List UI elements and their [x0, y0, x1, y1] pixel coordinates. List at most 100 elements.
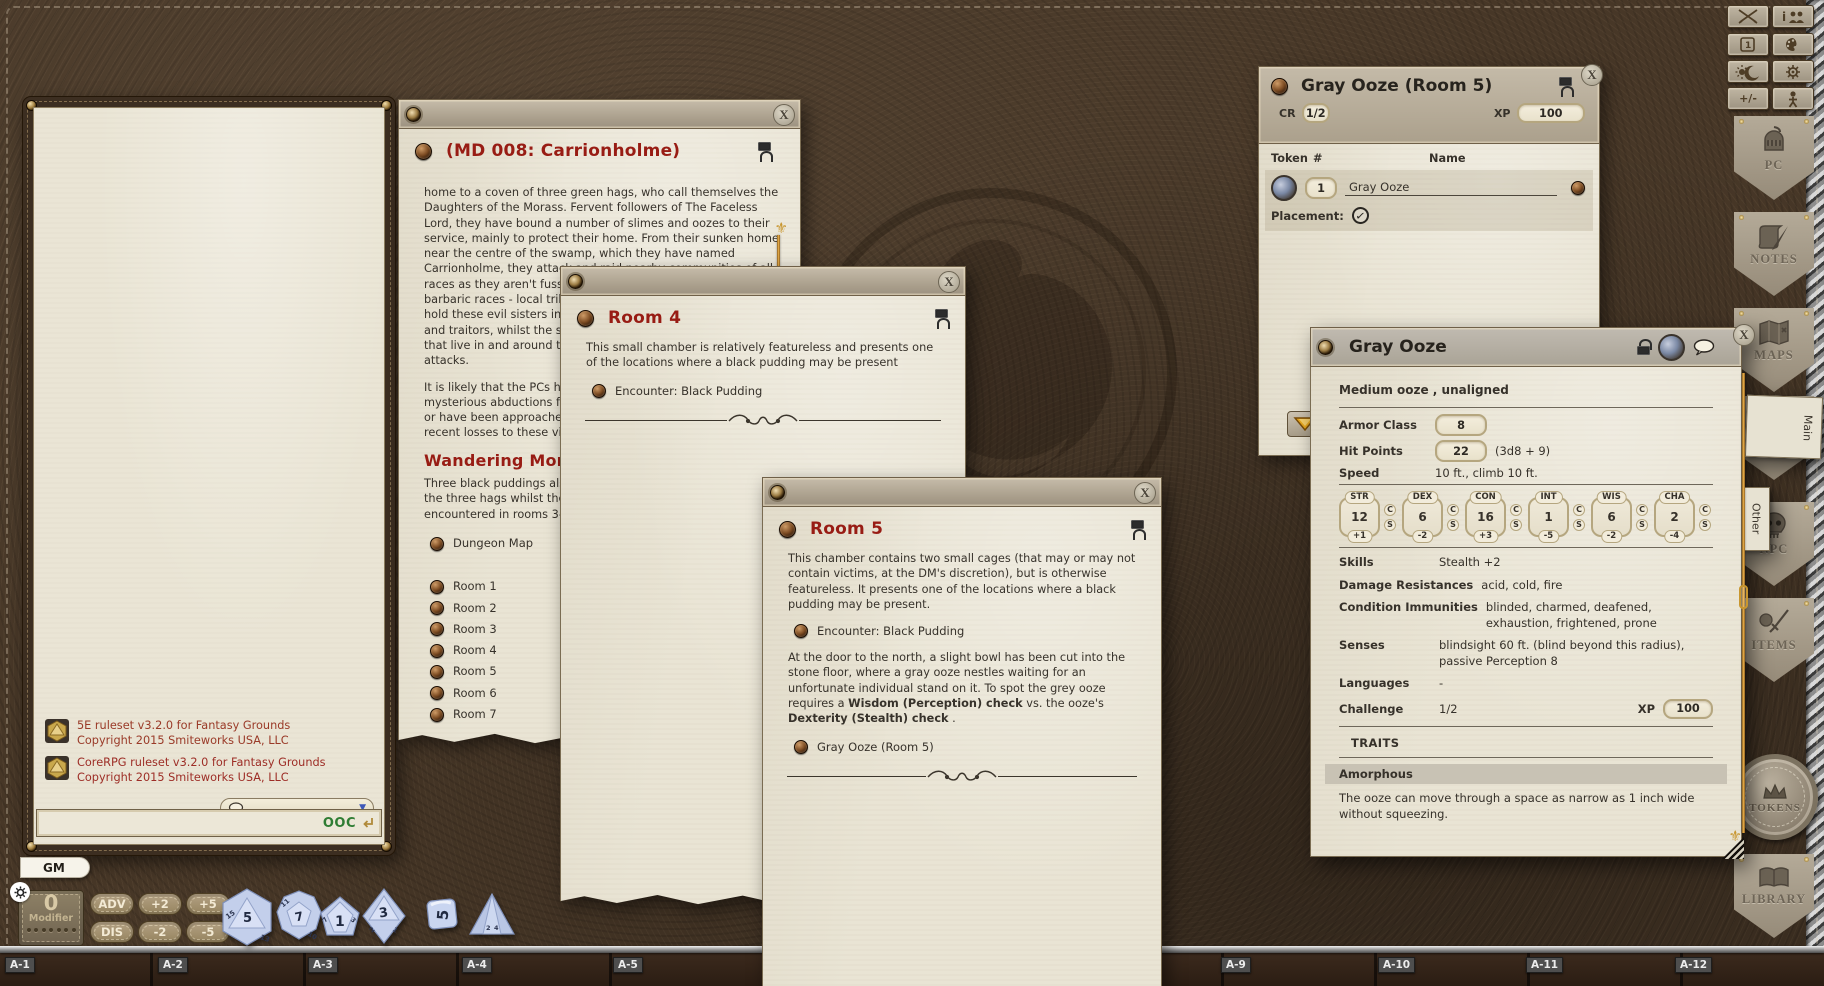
shelf-coordinate: A-5: [613, 957, 643, 973]
trait-name[interactable]: Amorphous: [1325, 764, 1727, 784]
lighting-button[interactable]: [1727, 60, 1769, 83]
encounter-link[interactable]: Encounter: Black Pudding: [592, 384, 965, 398]
window-titlebar[interactable]: X: [762, 477, 1162, 507]
sidebar-item-notes[interactable]: NOTES: [1734, 212, 1814, 296]
die-d4[interactable]: 2 4: [468, 892, 516, 938]
modifiers-button[interactable]: +/-: [1727, 87, 1769, 110]
check-roll-button[interactable]: C: [1510, 504, 1522, 516]
check-roll-button[interactable]: C: [1573, 504, 1585, 516]
npc-sheet-window[interactable]: Gray Ooze X Main Other Medium ooze , una…: [1310, 327, 1742, 857]
link-stud-icon: [794, 624, 808, 638]
save-roll-button[interactable]: S: [1447, 519, 1459, 531]
chat-log: 5E ruleset v3.2.0 for Fantasy Grounds Co…: [33, 107, 385, 845]
dis-button[interactable]: DIS: [90, 921, 134, 943]
sidebar-item-library[interactable]: LIBRARY: [1734, 854, 1814, 938]
gm-identity-tab[interactable]: GM: [20, 857, 90, 878]
effects-button[interactable]: [1727, 5, 1769, 28]
plus2-button[interactable]: +2: [138, 893, 182, 915]
die-d12[interactable]: 7 11 10: [276, 890, 322, 942]
page-title: Room 5: [810, 519, 883, 539]
character-button[interactable]: [1772, 87, 1814, 110]
check-roll-button[interactable]: C: [1699, 504, 1711, 516]
scrollbar-handle[interactable]: [1739, 585, 1748, 609]
check-roll-button[interactable]: C: [1384, 504, 1396, 516]
check-roll-button[interactable]: C: [1447, 504, 1459, 516]
languages-label: Languages: [1339, 676, 1431, 692]
count-field[interactable]: 1: [1305, 177, 1337, 199]
sidebar-item-maps[interactable]: MAPS: [1734, 308, 1814, 392]
close-icon[interactable]: X: [1733, 324, 1755, 346]
hp-formula: (3d8 + 9): [1495, 444, 1550, 458]
tab-other[interactable]: Other: [1742, 487, 1770, 551]
close-icon[interactable]: X: [938, 271, 960, 293]
tab-main[interactable]: Main: [1745, 395, 1823, 460]
sidebar-item-pc[interactable]: PC: [1734, 116, 1814, 200]
check-roll-button[interactable]: C: [1636, 504, 1648, 516]
npc-link-stud-icon[interactable]: [1571, 181, 1585, 195]
link-stud-icon: [430, 708, 444, 722]
close-icon[interactable]: X: [1581, 64, 1603, 86]
story-window-room5[interactable]: X Room 5 This chamber contains two small…: [762, 477, 1162, 986]
window-titlebar[interactable]: X: [560, 266, 966, 296]
ability-dex[interactable]: DEX6-2: [1402, 497, 1443, 537]
die-d8[interactable]: 3 2 1: [362, 888, 406, 944]
die-d20[interactable]: 5 15 13: [220, 888, 274, 946]
xp-field[interactable]: 100: [1517, 103, 1586, 123]
ability-con[interactable]: CON16+3: [1465, 497, 1506, 537]
cr-field[interactable]: 1/2: [1302, 103, 1330, 123]
window-stud-icon[interactable]: [779, 521, 796, 538]
window-stud-icon[interactable]: [415, 143, 432, 160]
window-titlebar[interactable]: X: [398, 99, 801, 129]
encounter-link[interactable]: Encounter: Black Pudding: [794, 624, 1161, 638]
hp-field[interactable]: 22: [1435, 440, 1487, 462]
options-button[interactable]: [1772, 60, 1814, 83]
window-stud-icon[interactable]: [577, 310, 594, 327]
chat-input[interactable]: OOC: [36, 809, 382, 837]
shelf-coordinate: A-1: [5, 957, 35, 973]
drawing-button[interactable]: [1772, 33, 1814, 56]
ability-int[interactable]: INT1-5: [1528, 497, 1569, 537]
gray-ooze-encounter-link[interactable]: Gray Ooze (Room 5): [794, 740, 1161, 754]
token-ooze-icon[interactable]: [1658, 334, 1685, 361]
die-d10[interactable]: 1 7 3: [320, 896, 360, 942]
ac-field[interactable]: 8: [1435, 414, 1487, 436]
window-stud-icon[interactable]: [1271, 78, 1288, 95]
modifier-box[interactable]: 0 Modifier: [18, 890, 84, 946]
die-d6[interactable]: 5: [425, 897, 459, 933]
save-roll-button[interactable]: S: [1636, 519, 1648, 531]
room-description-2: At the door to the north, a slight bowl …: [763, 638, 1161, 726]
save-roll-button[interactable]: S: [1510, 519, 1522, 531]
sidebar-item-label: NOTES: [1750, 252, 1797, 267]
window-titlebar[interactable]: Gray Ooze X: [1310, 327, 1742, 367]
ability-cha[interactable]: CHA2-4: [1654, 497, 1695, 537]
npc-name-field[interactable]: Gray Ooze: [1345, 180, 1557, 196]
gear-icon: [14, 886, 27, 899]
close-icon[interactable]: X: [1134, 482, 1156, 504]
dice-tower-button[interactable]: 1: [1727, 33, 1769, 56]
close-icon[interactable]: X: [773, 104, 795, 126]
chat-bubble-icon[interactable]: [1693, 339, 1715, 356]
chat-window[interactable]: 5E ruleset v3.2.0 for Fantasy Grounds Co…: [22, 96, 396, 856]
modifier-gear-badge[interactable]: [10, 882, 30, 902]
token-ooze-icon[interactable]: [1271, 175, 1297, 201]
adv-button[interactable]: ADV: [90, 893, 134, 915]
placement-checkbox[interactable]: ✓: [1351, 206, 1370, 225]
save-roll-button[interactable]: S: [1573, 519, 1585, 531]
minus2-button[interactable]: -2: [138, 921, 182, 943]
xp-field[interactable]: 100: [1663, 699, 1713, 719]
svg-text:13: 13: [259, 933, 271, 944]
party-info-button[interactable]: i: [1772, 5, 1814, 28]
save-roll-button[interactable]: S: [1384, 519, 1396, 531]
condition-immunities-value: blinded, charmed, deafened, exhaustion, …: [1486, 600, 1713, 631]
ability-wis[interactable]: WIS6-2: [1591, 497, 1632, 537]
chat-message: 5E ruleset v3.2.0 for Fantasy Grounds Co…: [44, 718, 374, 748]
chat-line: Copyright 2015 Smiteworks USA, LLC: [77, 770, 326, 785]
ability-str[interactable]: STR12+1: [1339, 497, 1380, 537]
sidebar-item-items[interactable]: ITEMS: [1734, 598, 1814, 682]
window-titlebar[interactable]: Gray Ooze (Room 5) CR 1/2 XP 100 X: [1258, 66, 1600, 144]
shelf-coordinate: A-3: [308, 957, 338, 973]
save-roll-button[interactable]: S: [1699, 519, 1711, 531]
lock-icon[interactable]: [1637, 339, 1650, 355]
npc-row: 1 Gray Ooze Placement: ✓: [1265, 170, 1593, 231]
challenge-label: Challenge: [1339, 702, 1431, 716]
